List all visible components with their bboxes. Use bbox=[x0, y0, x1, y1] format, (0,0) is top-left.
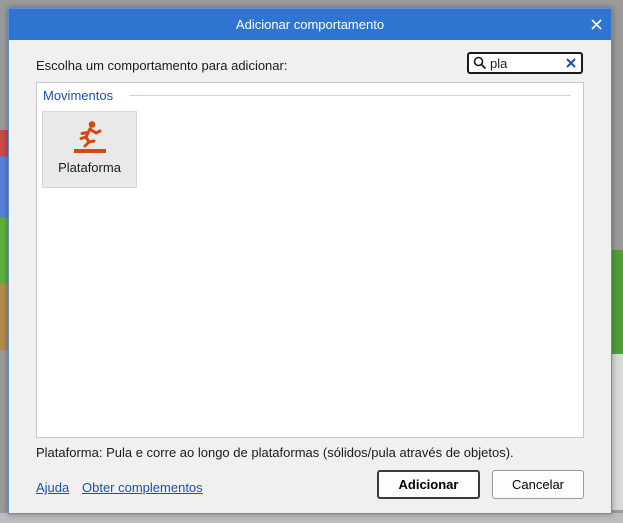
background-app-right bbox=[611, 250, 623, 510]
dialog-titlebar: Adicionar comportamento bbox=[9, 9, 611, 40]
add-behavior-dialog: Adicionar comportamento Escolha um compo… bbox=[8, 8, 612, 514]
platform-runner-icon bbox=[73, 121, 106, 153]
get-addons-link[interactable]: Obter complementos bbox=[82, 480, 203, 495]
choose-behavior-prompt: Escolha um comportamento para adicionar: bbox=[36, 58, 288, 73]
search-box[interactable] bbox=[467, 52, 583, 74]
category-header: Movimentos bbox=[43, 88, 114, 103]
behavior-list[interactable]: Movimentos Plataforma bbox=[36, 82, 584, 438]
cancel-button[interactable]: Cancelar bbox=[492, 470, 584, 499]
help-link[interactable]: Ajuda bbox=[36, 480, 69, 495]
search-icon bbox=[473, 56, 487, 70]
background-app-bottom bbox=[0, 513, 623, 523]
behavior-description: Plataforma: Pula e corre ao longo de pla… bbox=[36, 445, 514, 460]
add-button[interactable]: Adicionar bbox=[377, 470, 480, 499]
close-icon bbox=[590, 19, 602, 30]
clear-search-icon[interactable] bbox=[566, 58, 576, 68]
behavior-tile-platform[interactable]: Plataforma bbox=[42, 111, 137, 188]
behavior-tile-label: Plataforma bbox=[58, 160, 121, 175]
category-divider bbox=[129, 95, 571, 96]
dialog-title: Adicionar comportamento bbox=[235, 17, 385, 32]
search-input[interactable] bbox=[490, 55, 558, 71]
close-button[interactable] bbox=[581, 9, 611, 40]
